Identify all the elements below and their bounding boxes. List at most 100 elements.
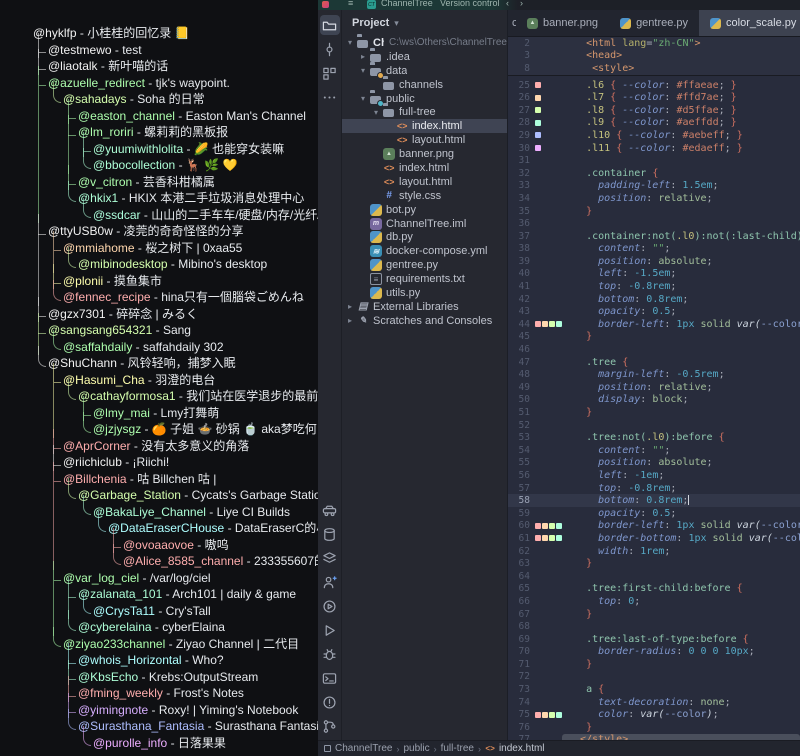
channel-link[interactable]: @ziyao233channel - Ziyao Channel | 二代目 xyxy=(63,636,318,653)
channel-handle[interactable]: @KbsEcho xyxy=(78,670,138,684)
project-tree-row[interactable]: gentree.py xyxy=(342,258,507,272)
channel-link[interactable]: @testmewo - test xyxy=(48,42,318,59)
channel-link[interactable]: @Hasumi_Cha - 羽澄的电台 xyxy=(63,372,318,389)
code-line[interactable]: 57top: -0.8rem; xyxy=(508,482,800,495)
color-swatch[interactable] xyxy=(535,82,541,88)
channel-handle[interactable]: @DataEraserCHouse xyxy=(108,521,224,535)
structure-icon[interactable] xyxy=(320,63,340,83)
channel-link[interactable]: @hkix1 - HKIX 本港二手垃圾消息处理中心 xyxy=(78,190,318,207)
code-line[interactable]: 72 xyxy=(508,671,800,684)
project-tree-row[interactable]: db.py xyxy=(342,230,507,244)
channel-link[interactable]: @hyklfp - 小桂桂的回忆录 📒 xyxy=(33,25,318,42)
debug-icon[interactable] xyxy=(320,644,340,664)
project-panel-header[interactable]: Project ▾ xyxy=(342,10,507,36)
channel-handle[interactable]: @v_citron xyxy=(78,175,132,189)
code-line[interactable]: 33padding-left: 1.5em; xyxy=(508,180,800,193)
commit-icon[interactable] xyxy=(320,39,340,59)
color-swatch[interactable] xyxy=(549,523,555,529)
code-line[interactable]: 41top: -0.8rem; xyxy=(508,280,800,293)
code-line[interactable]: 43opacity: 0.5; xyxy=(508,305,800,318)
code-line[interactable]: 68 xyxy=(508,620,800,633)
channel-handle[interactable]: @BakaLiye_Channel xyxy=(93,505,206,519)
color-swatch[interactable] xyxy=(542,535,548,541)
code-line[interactable]: 51} xyxy=(508,406,800,419)
channel-handle[interactable]: @yimingnote xyxy=(78,703,148,717)
code-line[interactable]: 49position: relative; xyxy=(508,381,800,394)
editor-tab-banner-png[interactable]: ▲banner.png xyxy=(516,10,609,36)
channel-link[interactable]: @ssdcar - 山山的二手车车/硬盘/内存/光纤/交换机 xyxy=(93,207,318,224)
gutter-color-swatches[interactable] xyxy=(530,321,562,327)
code-line[interactable]: 30.l11 { --color: #edaeff; } xyxy=(508,142,800,155)
color-swatch[interactable] xyxy=(542,523,548,529)
project-tree-row[interactable]: bot.py xyxy=(342,203,507,217)
channel-link[interactable]: @var_log_ciel - /var/log/ciel xyxy=(63,570,318,587)
color-swatch[interactable] xyxy=(535,132,541,138)
channel-link[interactable]: @riichiclub - ¡Riichi! xyxy=(63,454,318,471)
channel-handle[interactable]: @ovoaaovoe xyxy=(123,538,194,552)
code-line[interactable]: 52 xyxy=(508,419,800,432)
code-line[interactable]: 27.l8 { --color: #d5ffae; } xyxy=(508,104,800,117)
project-tree-row[interactable]: ▲banner.png xyxy=(342,147,507,161)
color-swatch[interactable] xyxy=(549,712,555,718)
project-tree-row[interactable]: <>index.html xyxy=(342,119,507,133)
channel-handle[interactable]: @yuumiwithlolita xyxy=(93,142,183,156)
channel-handle[interactable]: @testmewo xyxy=(48,43,112,57)
project-tree-row[interactable]: ≡requirements.txt xyxy=(342,272,507,286)
channel-handle[interactable]: @whois_Horizontal xyxy=(78,653,182,667)
chevron-icon[interactable]: ▾ xyxy=(361,94,370,103)
chevron-icon[interactable]: ▾ xyxy=(374,108,383,117)
channel-link[interactable]: @KbsEcho - Krebs:OutputStream xyxy=(78,669,318,686)
code-line[interactable]: 26.l7 { --color: #ffd7ae; } xyxy=(508,91,800,104)
code-line[interactable]: 34position: relative; xyxy=(508,192,800,205)
code-line[interactable]: 38content: ""; xyxy=(508,243,800,256)
color-swatch[interactable] xyxy=(535,535,541,541)
channel-handle[interactable]: @cyberelaina xyxy=(78,620,152,634)
code-line[interactable]: 25.l6 { --color: #ffaeae; } xyxy=(508,79,800,92)
channel-link[interactable]: @v_citron - 芸香科柑橘属 xyxy=(78,174,318,191)
code-area[interactable]: 25.l6 { --color: #ffaeae; }26.l7 { --col… xyxy=(508,76,800,740)
project-tree-row[interactable]: <>index.html xyxy=(342,161,507,175)
project-tree-row[interactable]: ▸✎Scratches and Consoles xyxy=(342,314,507,328)
code-line[interactable]: 3<head> xyxy=(508,50,800,63)
code-line[interactable]: 31 xyxy=(508,154,800,167)
channel-link[interactable]: @mmiahome - 桜之树下 | 0xaa55 xyxy=(63,240,318,257)
color-swatch[interactable] xyxy=(535,712,541,718)
code-line[interactable]: 59opacity: 0.5; xyxy=(508,507,800,520)
channel-link[interactable]: @yimingnote - Roxy! | Yiming's Notebook xyxy=(78,702,318,719)
code-line[interactable]: 55position: absolute; xyxy=(508,457,800,470)
version-control-icon[interactable] xyxy=(320,716,340,736)
channel-handle[interactable]: @Alice_8585_channel xyxy=(123,554,243,568)
editor-tab-channel[interactable]: channel xyxy=(508,10,516,36)
code-line[interactable]: 61border-bottom: 1px solid var(--color); xyxy=(508,532,800,545)
color-swatch[interactable] xyxy=(535,321,541,327)
gutter-color-swatches[interactable] xyxy=(530,82,562,88)
code-line[interactable]: 29.l10 { --color: #aebeff; } xyxy=(508,129,800,142)
services-icon[interactable] xyxy=(320,596,340,616)
project-tree-row[interactable]: #style.css xyxy=(342,189,507,203)
channel-handle[interactable]: @easton_channel xyxy=(78,109,175,123)
channel-handle[interactable]: @ziyao233channel xyxy=(63,637,165,651)
more-tools-icon[interactable] xyxy=(320,87,340,107)
hamburger-menu-icon[interactable]: ≡ xyxy=(348,0,353,8)
channel-handle[interactable]: @jzjysgz xyxy=(93,422,141,436)
gutter-color-swatches[interactable] xyxy=(530,120,562,126)
channel-link[interactable]: @jzjysgz - 🍊 子姐 🍲 砂锅 🍵 aka梦吃何 xyxy=(93,421,318,438)
code-line[interactable]: 58bottom: 0.8rem; xyxy=(508,494,800,507)
channel-link[interactable]: @bbocollection - 🦌 🌿 💛 xyxy=(93,157,318,174)
run-icon[interactable] xyxy=(320,620,340,640)
channel-link[interactable]: @plonii - 摸鱼集市 xyxy=(63,273,318,290)
channel-link[interactable]: @lm_roriri - 螺莉莉的黑板报 xyxy=(78,124,318,141)
gutter-color-swatches[interactable] xyxy=(530,523,562,529)
project-folder-icon[interactable] xyxy=(320,15,340,35)
channel-link[interactable]: @mibinodesktop - Mibino's desktop xyxy=(78,256,318,273)
channel-handle[interactable]: @plonii xyxy=(63,274,103,288)
project-tree-row[interactable]: ≋docker-compose.yml xyxy=(342,244,507,258)
channel-handle[interactable]: @sangsang654321 xyxy=(48,323,152,337)
code-line[interactable]: 73a { xyxy=(508,683,800,696)
channel-link[interactable]: @Garbage_Station - Cycats's Garbage Stat… xyxy=(78,487,318,504)
code-line[interactable]: 28.l9 { --color: #aeffdd; } xyxy=(508,117,800,130)
chevron-icon[interactable]: ▸ xyxy=(348,316,357,325)
editor-tab-color-scale-py[interactable]: color_scale.py xyxy=(699,10,800,36)
code-line[interactable]: 32.container { xyxy=(508,167,800,180)
color-swatch[interactable] xyxy=(549,535,555,541)
